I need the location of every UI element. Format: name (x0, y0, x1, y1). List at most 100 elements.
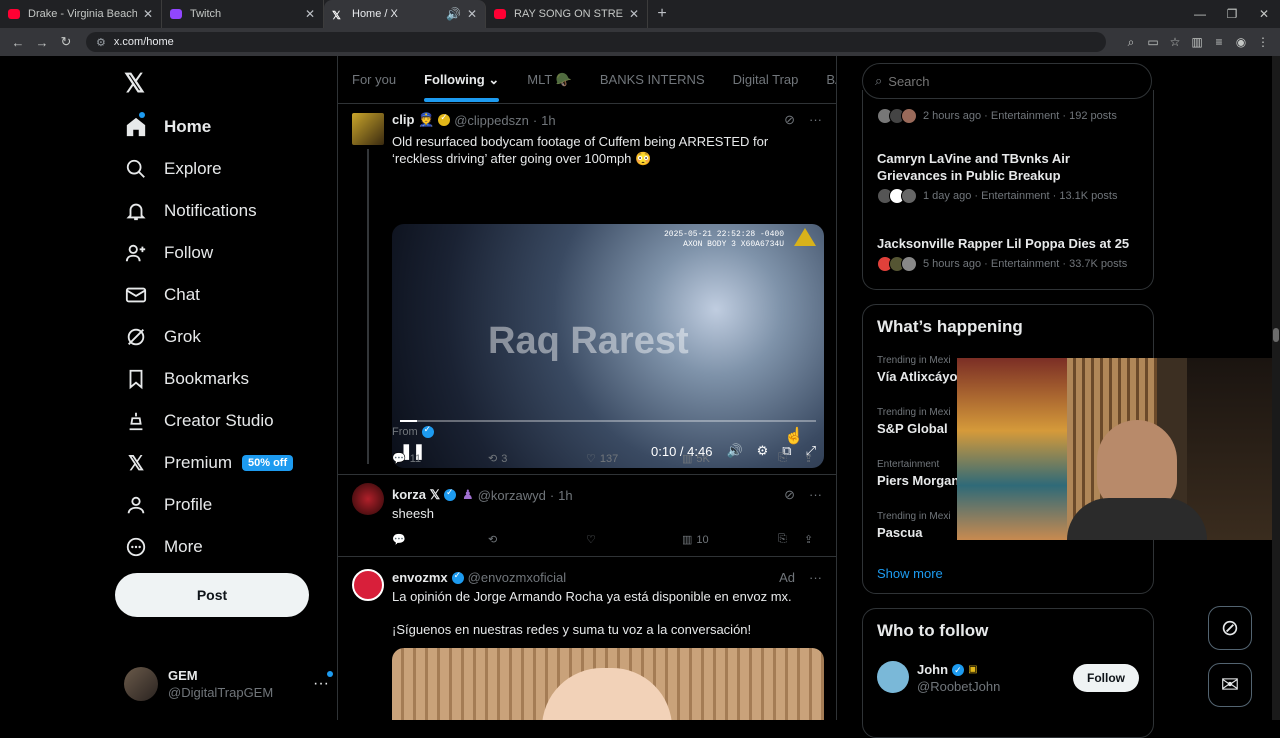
back-icon[interactable]: ← (6, 35, 30, 50)
nav-grok[interactable]: Grok (124, 316, 201, 358)
scrollbar-thumb[interactable] (1273, 328, 1279, 342)
search-input[interactable] (888, 73, 1119, 89)
grok-icon[interactable]: ⊘ (784, 112, 795, 128)
tab-digital-trap[interactable]: Digital Trap (733, 72, 799, 87)
nav-follow[interactable]: Follow (124, 232, 213, 274)
tweet-handle[interactable]: @korzawyd (478, 488, 546, 503)
new-tab-icon[interactable]: + (648, 5, 676, 23)
more-horizontal-icon[interactable]: ··· (809, 487, 822, 503)
trend-item[interactable]: Trending in Mexi Vía Atlixcáyot (877, 355, 962, 384)
trend-item[interactable]: Camryn LaVine and TBvnks Air Grievances … (877, 150, 1143, 204)
browser-tab[interactable]: Drake - Virginia Beach (Audio) ✕ (0, 0, 162, 28)
tab-following[interactable]: Following ⌄ (424, 72, 500, 102)
bookmark-button[interactable]: ⎘ (778, 452, 804, 465)
views-button[interactable]: ▥ 10 (682, 533, 778, 547)
repost-button[interactable]: ⟲ (488, 533, 586, 546)
tab-bau[interactable]: BAU (826, 72, 836, 87)
browser-tab[interactable]: Twitch ✕ (162, 0, 324, 28)
follow-button[interactable]: Follow (1073, 664, 1139, 692)
reply-button[interactable]: 💬 11 (392, 452, 488, 466)
avatar[interactable] (352, 569, 384, 601)
site-info-icon[interactable]: ⚙ (96, 36, 106, 49)
close-icon[interactable]: ✕ (305, 7, 315, 21)
tab-banks-interns[interactable]: BANKS INTERNS (600, 72, 705, 87)
tweet[interactable]: korza 𝕏 ♟ @korzawyd · 1h ⊘ ··· sheesh 💬 ⟲… (338, 475, 836, 557)
trend-item[interactable]: Trending in Mexi S&P Global (877, 407, 951, 436)
share-button[interactable]: ⇪ (804, 533, 813, 546)
nav-chat[interactable]: Chat (124, 274, 200, 316)
zoom-icon[interactable]: ⌕ (1120, 35, 1142, 50)
like-button[interactable]: ♡ 137 (586, 452, 682, 466)
reload-icon[interactable]: ↻ (54, 34, 78, 50)
nav-explore[interactable]: Explore (124, 148, 222, 190)
browser-tab-active[interactable]: 𝕏 Home / X 🔊 ✕ (324, 0, 486, 28)
grok-icon (124, 325, 148, 349)
bell-icon (124, 199, 148, 223)
video-progress-bar[interactable] (400, 420, 816, 422)
nav-notifications[interactable]: Notifications (124, 190, 257, 232)
x-logo-icon[interactable]: 𝕏 (124, 68, 145, 99)
avatar[interactable] (877, 661, 909, 693)
nav-creator-studio[interactable]: Creator Studio (124, 400, 274, 442)
repost-button[interactable]: ⟲ 3 (488, 452, 586, 466)
tweet[interactable]: clip 👮 @clippedszn · 1h ⊘ ··· Old resurfa… (338, 105, 836, 475)
nav-home[interactable]: Home (124, 106, 211, 148)
reply-button[interactable]: 💬 (392, 533, 488, 546)
bookmark-button[interactable]: ⎘ (778, 533, 804, 546)
sidepanel-icon[interactable]: ▥ (1186, 35, 1208, 50)
more-horizontal-icon[interactable]: ··· (313, 671, 333, 693)
trend-item[interactable]: 2 hours ago · Entertainment · 192 posts (877, 104, 1143, 124)
tweet-time[interactable]: 1h (541, 113, 555, 128)
nav-more[interactable]: More (124, 526, 203, 568)
page-scrollbar[interactable] (1272, 56, 1280, 720)
avatar[interactable] (352, 483, 384, 515)
grok-float-button[interactable]: ⊘ (1208, 606, 1252, 650)
forward-icon[interactable]: → (30, 35, 54, 50)
reply-icon: 💬 (392, 534, 406, 546)
account-switcher[interactable]: GEM @DigitalTrapGEM ··· (124, 661, 333, 707)
show-more-link[interactable]: Show more (877, 566, 943, 581)
nav-profile[interactable]: Profile (124, 484, 212, 526)
menu-icon[interactable]: ⋮ (1252, 35, 1274, 50)
promoted-tweet[interactable]: envozmx @envozmxoficial Ad ··· La opinión… (338, 557, 836, 720)
tab-mlt[interactable]: MLT 🪖 (527, 72, 572, 88)
browser-tab[interactable]: RAY SONG ON STREAM CHRIS ✕ (486, 0, 648, 28)
tweet-image[interactable] (392, 648, 824, 720)
tweet-handle[interactable]: @envozmxoficial (468, 570, 566, 585)
nav-premium[interactable]: 𝕏 Premium 50% off (124, 442, 294, 484)
more-horizontal-icon[interactable]: ··· (809, 112, 822, 128)
tweet-author-name[interactable]: korza 𝕏 (392, 487, 440, 503)
tweet-author-name[interactable]: clip 👮 (392, 112, 434, 128)
close-icon[interactable]: ✕ (143, 7, 153, 21)
nav-bookmarks[interactable]: Bookmarks (124, 358, 249, 400)
profile-icon[interactable]: ◉ (1230, 35, 1252, 50)
trend-meta-text: 1 day ago · Entertainment · 13.1K posts (923, 190, 1118, 202)
close-icon[interactable]: ✕ (467, 7, 477, 21)
close-icon[interactable]: ✕ (629, 7, 639, 21)
cast-icon[interactable]: ▭ (1142, 35, 1164, 50)
messages-float-button[interactable]: ✉ (1208, 663, 1252, 707)
star-icon[interactable]: ☆ (1164, 35, 1186, 50)
minimize-icon[interactable]: — (1184, 0, 1216, 28)
tweet-author-name[interactable]: envozmx (392, 570, 448, 585)
trend-item[interactable]: Jacksonville Rapper Lil Poppa Dies at 25… (877, 235, 1143, 272)
like-button[interactable]: ♡ (586, 533, 682, 546)
more-horizontal-icon[interactable]: ··· (809, 570, 822, 585)
tweet-handle[interactable]: @clippedszn (454, 113, 529, 128)
close-window-icon[interactable]: ✕ (1248, 0, 1280, 28)
restore-icon[interactable]: ❐ (1216, 0, 1248, 28)
share-button[interactable]: ⇪ (804, 452, 813, 465)
grok-icon[interactable]: ⊘ (784, 487, 795, 503)
trend-item[interactable]: Entertainment Piers Morgan (877, 459, 959, 488)
tab-for-you[interactable]: For you (352, 72, 396, 87)
trend-item[interactable]: Trending in Mexi Pascua (877, 511, 951, 540)
tweet-time[interactable]: 1h (558, 488, 572, 503)
avatar[interactable] (352, 113, 384, 145)
post-button[interactable]: Post (115, 573, 309, 617)
tweet-video[interactable]: 2025-05-21 22:52:28 -0400 AXON BODY 3 X60… (392, 224, 824, 468)
suggested-user[interactable]: John ▣ @RoobetJohn (917, 661, 1000, 695)
playlist-icon[interactable]: ≡ (1208, 35, 1230, 50)
views-button[interactable]: ▥ 5K (682, 452, 778, 466)
speaker-icon[interactable]: 🔊 (446, 7, 461, 21)
url-field[interactable]: ⚙ x.com/home (86, 32, 1106, 52)
